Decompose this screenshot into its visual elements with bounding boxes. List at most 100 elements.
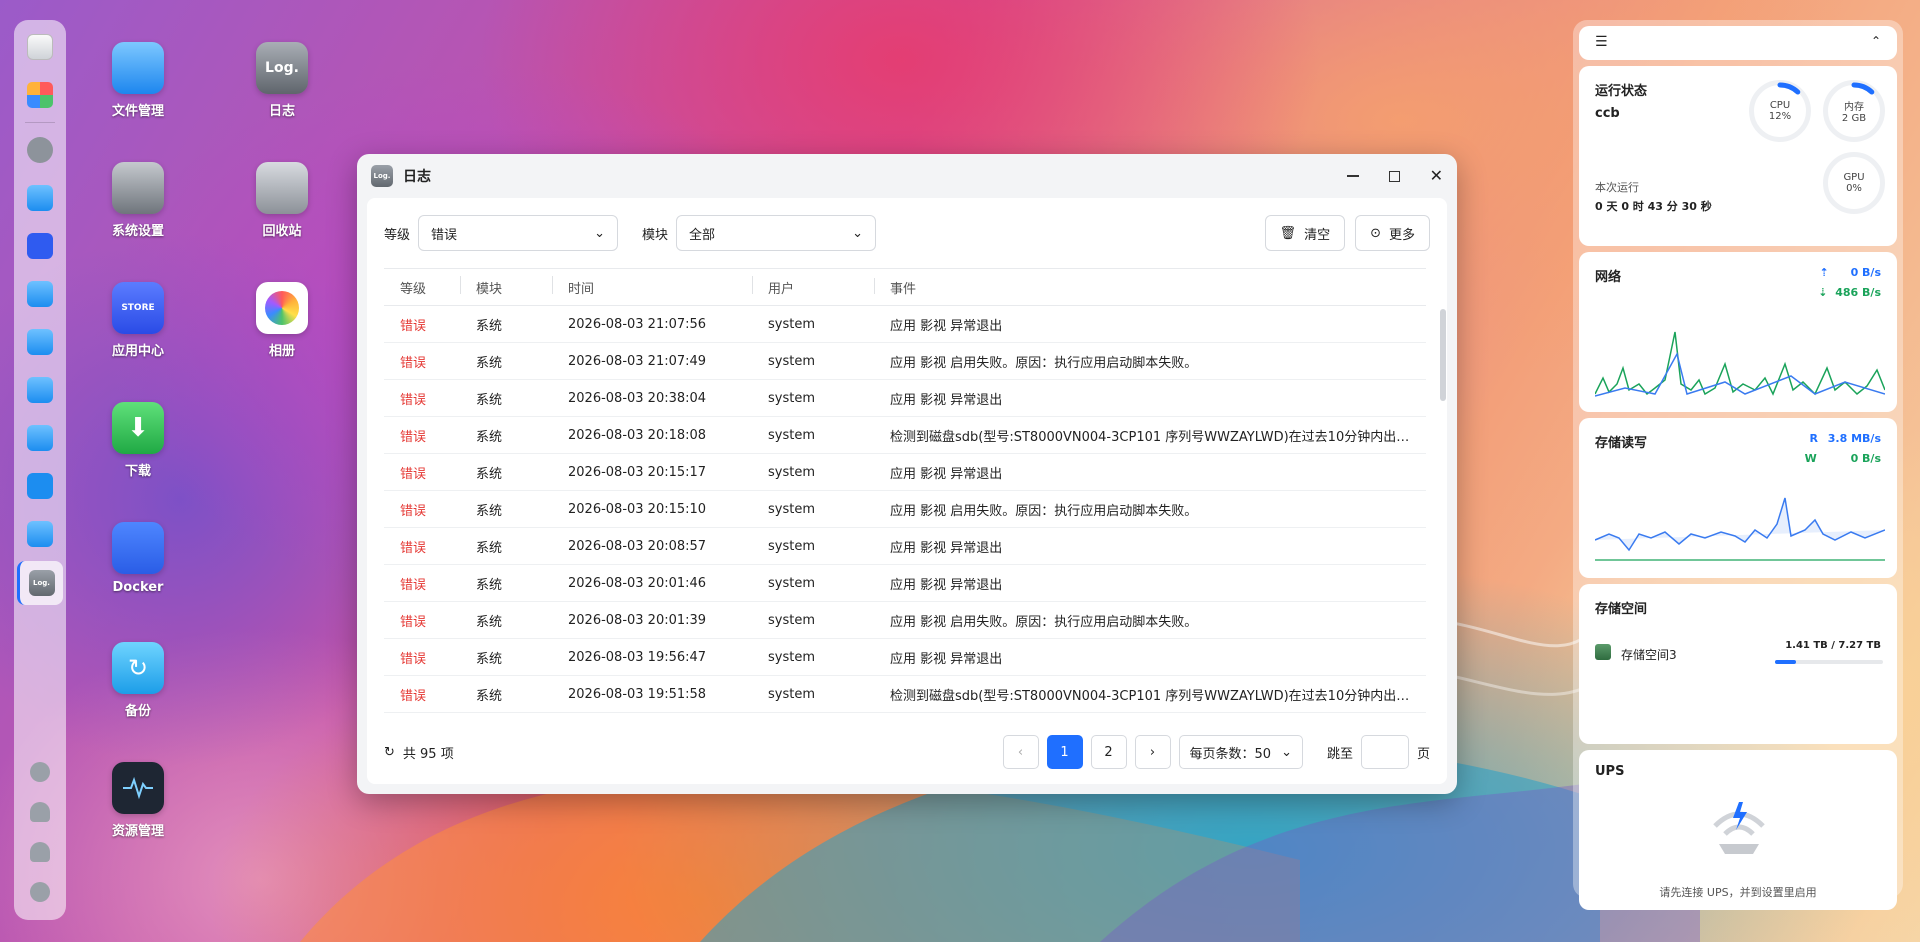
network-up: ⇡ 0 B/s — [1820, 266, 1882, 279]
log-icon: Log. — [28, 570, 55, 596]
cell-time: 2026-08-03 21:07:56 — [568, 316, 707, 332]
table-row[interactable]: 错误 系统 2026-08-03 19:56:47 system 应用 影视 异常退出 — [384, 639, 1426, 676]
settings-list-icon[interactable]: ☰ — [1595, 34, 1608, 50]
prev-page-button[interactable]: ‹ — [1002, 735, 1039, 769]
folder-icon[interactable] — [27, 281, 53, 307]
dock-log-active[interactable]: Log. — [17, 561, 63, 605]
cell-level: 错误 — [400, 651, 427, 667]
monitor-icon[interactable] — [27, 34, 53, 60]
desktop-resource-monitor[interactable]: 资源管理 — [83, 762, 193, 839]
desktop-settings[interactable]: 系统设置 — [83, 162, 193, 239]
desktop-download[interactable]: ⬇ 下载 — [83, 402, 193, 479]
table-row[interactable]: 错误 系统 2026-08-03 20:01:39 system 应用 影视 启用失败。… — [384, 602, 1426, 639]
settings-icon[interactable] — [27, 137, 53, 163]
cell-event: 应用 影视 异常退出 — [890, 318, 1003, 334]
ups-widget: UPS 请先连接 UPS，并到设置里启用 — [1579, 750, 1897, 910]
header-user[interactable]: 用户 — [752, 275, 874, 297]
desktop-app-center[interactable]: STORE 应用中心 — [83, 282, 193, 359]
trash-icon — [256, 162, 308, 214]
folder-icon[interactable] — [27, 473, 53, 499]
gear-icon[interactable] — [30, 882, 50, 902]
page-size-select[interactable]: 每页条数：50 ⌄ — [1178, 735, 1303, 769]
more-button[interactable]: ⊙ 更多 — [1355, 215, 1430, 251]
clear-button[interactable]: 🗑 清空 — [1264, 215, 1346, 251]
desktop-file-manager[interactable]: 文件管理 — [83, 42, 193, 119]
table-row[interactable]: 错误 系统 2026-08-03 19:51:58 system 检测到磁盘sdb(型号… — [384, 676, 1426, 713]
gpu-value: 0% — [1846, 183, 1862, 194]
read-value: 3.8 MB/s — [1827, 432, 1881, 445]
desktop-backup[interactable]: ↻ 备份 — [83, 642, 193, 719]
cell-level: 错误 — [400, 318, 427, 334]
storage-space-title: 存储空间 — [1595, 602, 1648, 617]
desktop-recycle-bin[interactable]: 回收站 — [227, 162, 337, 239]
cell-level: 错误 — [400, 466, 427, 482]
folder-icon[interactable] — [27, 377, 53, 403]
cell-time: 2026-08-03 21:07:49 — [568, 353, 707, 369]
dock: Log. — [14, 20, 66, 920]
cell-module: 系统 — [476, 355, 503, 371]
cell-level: 错误 — [400, 429, 427, 445]
chevron-down-icon: ⌄ — [594, 225, 606, 241]
user-icon[interactable] — [30, 842, 50, 862]
maximize-icon[interactable] — [1388, 170, 1400, 182]
table-row[interactable]: 错误 系统 2026-08-03 20:01:46 system 应用 影视 异常退出 — [384, 565, 1426, 602]
network-down-value: 486 B/s — [1835, 286, 1881, 299]
storage-space-widget: 存储空间 存储空间3 1.41 TB / 7.27 TB — [1579, 584, 1897, 744]
header-module[interactable]: 模块 — [460, 275, 552, 297]
folder-icon[interactable] — [27, 425, 53, 451]
desktop-docker[interactable]: Docker — [83, 522, 193, 595]
desktop-log[interactable]: Log. 日志 — [227, 42, 337, 119]
page-button-2[interactable]: 2 — [1090, 735, 1127, 769]
bell-icon[interactable] — [30, 802, 50, 822]
folder-icon[interactable] — [27, 185, 53, 211]
cell-module: 系统 — [476, 392, 503, 408]
chevron-down-icon: ⌄ — [1281, 744, 1292, 760]
table-row[interactable]: 错误 系统 2026-08-03 20:08:57 system 应用 影视 异常退出 — [384, 528, 1426, 565]
network-up-value: 0 B/s — [1850, 266, 1881, 279]
cell-level: 错误 — [400, 577, 427, 593]
volume-usage-fill — [1775, 660, 1796, 664]
window-titlebar[interactable]: Log. 日志 ✕ — [357, 154, 1457, 198]
page-button-1[interactable]: 1 — [1046, 735, 1083, 769]
sync-icon[interactable] — [30, 762, 50, 782]
store-icon[interactable] — [27, 233, 53, 259]
table-row[interactable]: 错误 系统 2026-08-03 20:38:04 system 应用 影视 异常退出 — [384, 380, 1426, 417]
page-suffix: 页 — [1416, 746, 1430, 762]
folder-icon[interactable] — [27, 521, 53, 547]
download-icon: ⇣ — [1818, 286, 1828, 299]
table-row[interactable]: 错误 系统 2026-08-03 21:07:49 system 应用 影视 启用失败。… — [384, 343, 1426, 380]
jump-label: 跳至 — [1326, 746, 1353, 762]
table-row[interactable]: 错误 系统 2026-08-03 20:18:08 system 检测到磁盘sdb(型号… — [384, 417, 1426, 454]
module-select[interactable]: 全部 ⌄ — [676, 215, 877, 251]
jump-page-input[interactable] — [1360, 735, 1409, 769]
table-scrollbar[interactable] — [1440, 309, 1446, 401]
next-page-button[interactable]: › — [1134, 735, 1171, 769]
cell-level: 错误 — [400, 355, 427, 371]
download-icon: ⬇ — [112, 402, 164, 454]
minimize-icon[interactable] — [1346, 175, 1359, 177]
trash-icon: 🗑 — [1279, 225, 1297, 241]
header-time[interactable]: 时间 — [552, 275, 752, 297]
cell-user: system — [768, 575, 815, 591]
refresh-icon[interactable]: ↻ — [384, 745, 395, 760]
table-row[interactable]: 错误 系统 2026-08-03 21:07:56 system 应用 影视 异常退出 — [384, 306, 1426, 343]
table-header: 等级 模块 时间 用户 事件 — [384, 268, 1426, 306]
close-icon[interactable]: ✕ — [1430, 168, 1443, 184]
cell-level: 错误 — [400, 392, 427, 408]
folder-icon[interactable] — [27, 329, 53, 355]
desktop-photos[interactable]: 相册 — [227, 282, 337, 359]
apps-grid-icon[interactable] — [27, 82, 53, 108]
table-row[interactable]: 错误 系统 2026-08-03 20:15:10 system 应用 影视 启用失败。… — [384, 491, 1426, 528]
volume-name[interactable]: 存储空间3 — [1621, 646, 1677, 663]
desktop-icon-label: Docker — [112, 580, 164, 595]
level-select[interactable]: 错误 ⌄ — [418, 215, 619, 251]
widget-toolbar: ☰ ⌃ — [1579, 26, 1897, 60]
volume-usage-bar — [1775, 660, 1883, 664]
log-table: 等级 模块 时间 用户 事件 错误 系统 2026-08-03 21:07:56 sy… — [384, 268, 1426, 713]
desktop-icon-label: 回收站 — [262, 224, 302, 239]
table-row[interactable]: 错误 系统 2026-08-03 20:15:17 system 应用 影视 异常退出 — [384, 454, 1426, 491]
collapse-icon[interactable]: ⌃ — [1871, 34, 1881, 48]
header-event[interactable]: 事件 — [874, 277, 1426, 297]
cell-event: 应用 影视 启用失败。原因：执行应用启动脚本失败。 — [890, 614, 1198, 630]
header-level[interactable]: 等级 — [384, 278, 460, 297]
